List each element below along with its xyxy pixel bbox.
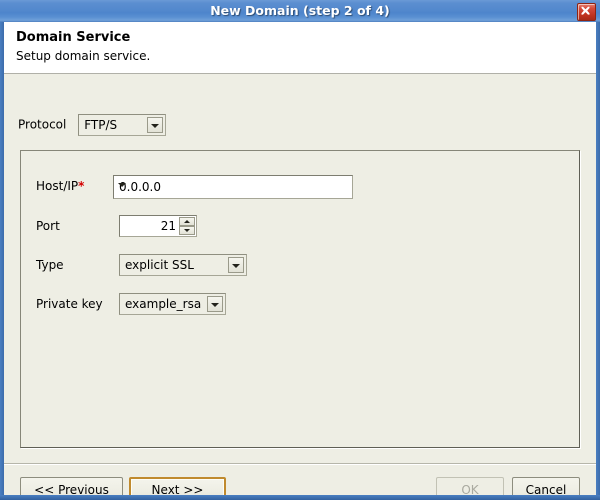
ok-button-label: OK xyxy=(461,483,479,495)
host-ip-combo[interactable]: 0.0.0.0 xyxy=(113,175,353,199)
spinner-down-icon[interactable] xyxy=(179,226,195,235)
window-frame-right xyxy=(596,22,600,500)
page-subtitle: Setup domain service. xyxy=(16,49,151,63)
window-frame-bottom xyxy=(0,495,600,500)
cancel-button[interactable]: Cancel xyxy=(512,477,580,495)
private-key-value: example_rsa xyxy=(125,297,202,311)
page-title: Domain Service xyxy=(16,30,131,45)
footer-separator xyxy=(4,463,596,464)
service-settings-panel: Host/IP* 0.0.0.0 Port 21 Type explicit S… xyxy=(20,150,580,448)
next-button[interactable]: Next >> xyxy=(129,477,226,495)
chevron-down-icon[interactable] xyxy=(207,296,223,312)
host-ip-label: Host/IP* xyxy=(36,179,85,193)
spinner-up-icon[interactable] xyxy=(179,217,195,226)
private-key-combo[interactable]: example_rsa xyxy=(119,293,226,315)
dialog-client-area: Domain Service Setup domain service. Pro… xyxy=(4,22,596,495)
private-key-label: Private key xyxy=(36,297,103,311)
protocol-label: Protocol xyxy=(18,117,67,132)
type-value: explicit SSL xyxy=(125,258,194,272)
port-value[interactable]: 21 xyxy=(161,216,176,236)
type-label: Type xyxy=(36,258,64,272)
protocol-value: FTP/S xyxy=(84,118,118,132)
port-label: Port xyxy=(36,219,60,233)
window-title: New Domain (step 2 of 4) xyxy=(210,3,390,18)
port-spinner[interactable]: 21 xyxy=(119,215,197,237)
wizard-header: Domain Service Setup domain service. xyxy=(4,22,596,74)
type-combo[interactable]: explicit SSL xyxy=(119,254,247,276)
protocol-row: Protocol FTP/S xyxy=(18,114,167,136)
previous-button-label: << Previous xyxy=(34,483,109,495)
required-marker: * xyxy=(78,179,85,193)
title-bar[interactable]: New Domain (step 2 of 4) xyxy=(0,0,600,22)
cancel-button-label: Cancel xyxy=(525,483,567,495)
dialog-window: New Domain (step 2 of 4) Domain Service … xyxy=(0,0,600,500)
close-icon[interactable] xyxy=(577,3,596,21)
next-button-label: Next >> xyxy=(151,483,204,495)
protocol-combo[interactable]: FTP/S xyxy=(78,114,167,136)
ok-button[interactable]: OK xyxy=(436,477,504,495)
close-glyph xyxy=(581,6,590,15)
port-spinner-buttons xyxy=(179,217,195,235)
chevron-down-icon[interactable] xyxy=(147,117,164,133)
chevron-down-icon[interactable] xyxy=(228,257,244,273)
host-ip-value[interactable]: 0.0.0.0 xyxy=(119,176,161,198)
previous-button[interactable]: << Previous xyxy=(20,477,123,495)
